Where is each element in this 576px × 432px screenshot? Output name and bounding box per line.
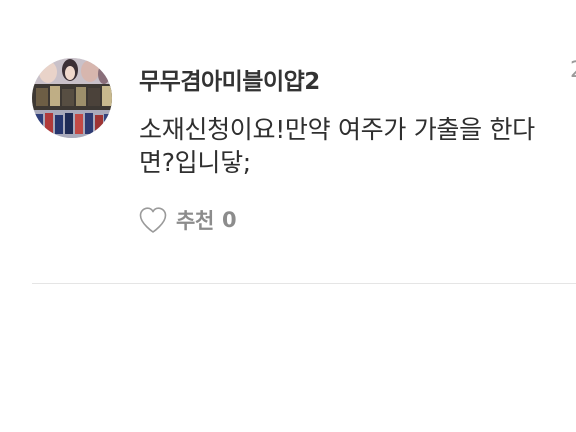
like-button[interactable]: 추천 0 (138, 204, 237, 236)
profile-photo (32, 58, 112, 138)
comment-meta-cut: 2 (570, 58, 576, 83)
avatar[interactable] (32, 58, 112, 138)
like-count: 0 (222, 208, 237, 232)
comment-item: 무무겸아미블이얍2 2 소재신청이요!만약 여주가 가출을 한다면?입니닿; 추… (0, 0, 576, 300)
heart-outline-icon (139, 207, 167, 233)
comment-author[interactable]: 무무겸아미블이얍2 (139, 62, 320, 96)
like-label: 추천 (176, 209, 215, 233)
comment-text: 소재신청이요!만약 여주가 가출을 한다면?입니닿; (139, 115, 535, 177)
divider (32, 283, 576, 284)
